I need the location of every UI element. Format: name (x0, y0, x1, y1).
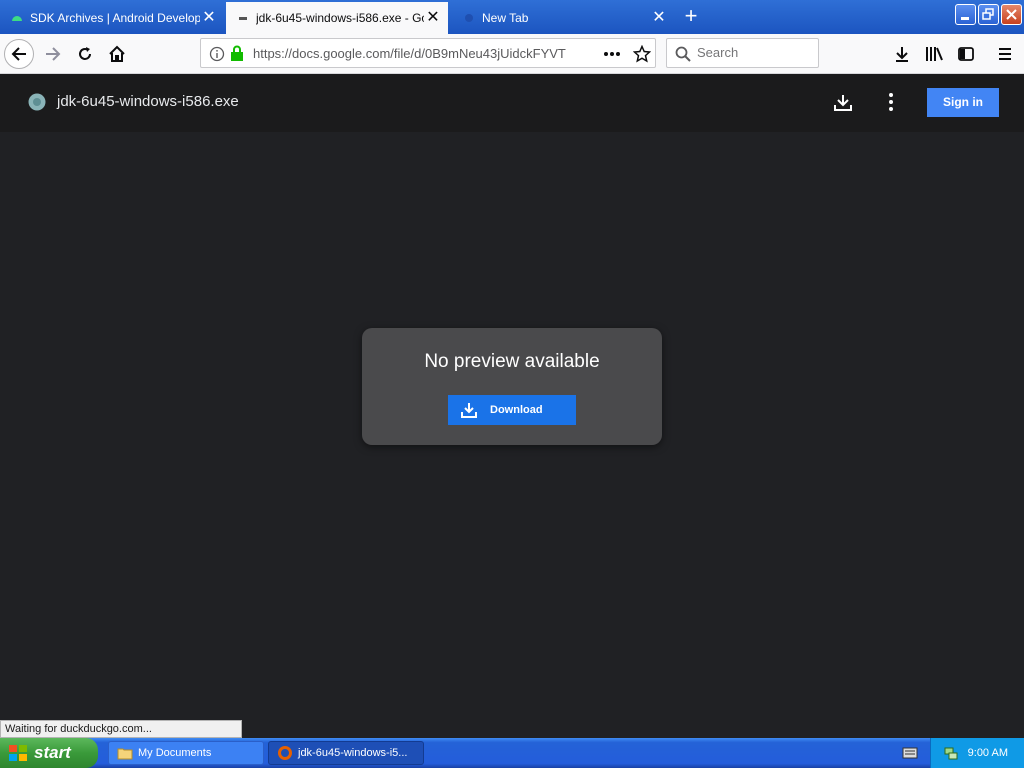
taskbar-item-label: My Documents (138, 747, 212, 759)
taskbar: start My Documents jdk-6u45-windows-i5..… (0, 738, 1024, 768)
more-actions-icon[interactable] (603, 46, 621, 62)
drive-icon (239, 17, 247, 20)
clock: 9:00 AM (967, 747, 1008, 759)
close-icon (1006, 9, 1017, 20)
taskbar-item-my-documents[interactable]: My Documents (108, 741, 264, 765)
library-button[interactable] (919, 39, 949, 69)
arrow-right-icon (46, 47, 61, 61)
firefox-icon (278, 746, 292, 760)
tab-title: New Tab (482, 11, 529, 25)
network-icon[interactable] (943, 745, 959, 761)
taskbar-item-label: jdk-6u45-windows-i5... (298, 747, 408, 759)
download-button[interactable]: Download (448, 395, 576, 425)
lock-icon[interactable] (230, 45, 244, 62)
close-icon[interactable]: ✕ (650, 10, 668, 26)
browser-toolbar: https://docs.google.com/file/d/0B9mNeu43… (0, 34, 1024, 74)
bookmark-star-icon[interactable] (633, 45, 651, 63)
download-icon (461, 403, 477, 418)
download-icon (834, 95, 852, 111)
search-bar[interactable] (666, 38, 819, 68)
reload-icon (79, 47, 91, 60)
system-tray: 9:00 AM (930, 738, 1024, 768)
more-vertical-icon (889, 93, 893, 111)
no-preview-message: No preview available (424, 351, 600, 372)
new-tab-button[interactable]: + (680, 5, 702, 28)
file-title: jdk-6u45-windows-i586.exe (57, 93, 239, 110)
download-label: Download (490, 404, 543, 416)
window-close-button[interactable] (1001, 4, 1022, 25)
tab-new-tab[interactable]: New Tab ✕ (452, 2, 674, 34)
menu-button[interactable] (990, 39, 1020, 69)
home-icon (109, 45, 125, 62)
windows-logo-icon (9, 745, 27, 761)
info-icon[interactable] (209, 46, 225, 62)
folder-icon (117, 748, 133, 760)
url-bar[interactable]: https://docs.google.com/file/d/0B9mNeu43… (200, 38, 656, 68)
search-input[interactable] (697, 45, 815, 60)
minimize-button[interactable] (955, 4, 976, 25)
tab-title: jdk-6u45-windows-i586.exe - Google Drive (256, 11, 424, 25)
downloads-button[interactable] (887, 39, 917, 69)
file-type-icon (28, 93, 46, 111)
keyboard-icon[interactable] (902, 746, 918, 765)
close-icon[interactable]: ✕ (200, 10, 218, 26)
start-button[interactable]: start (0, 738, 98, 768)
status-bar: Waiting for duckduckgo.com... (0, 720, 242, 738)
url-text[interactable]: https://docs.google.com/file/d/0B9mNeu43… (253, 46, 571, 61)
start-label: start (34, 743, 71, 762)
more-options-button[interactable] (879, 90, 903, 114)
tab-title: SDK Archives | Android Developers (30, 11, 200, 25)
header-download-button[interactable] (831, 90, 855, 114)
android-icon (12, 16, 22, 21)
search-icon (675, 46, 691, 62)
back-button[interactable] (4, 39, 34, 69)
hamburger-menu-icon (999, 48, 1011, 60)
sidebar-button[interactable] (951, 39, 981, 69)
restore-button[interactable] (978, 4, 999, 25)
arrow-left-icon (11, 47, 26, 61)
reload-button[interactable] (70, 39, 100, 69)
tab-sdk-archives[interactable]: SDK Archives | Android Developers ✕ (0, 2, 224, 34)
drive-viewer: jdk-6u45-windows-i586.exe Sign in No pre… (0, 74, 1024, 737)
library-icon (926, 47, 943, 61)
sign-in-button[interactable]: Sign in (927, 88, 999, 117)
tab-drive-file[interactable]: jdk-6u45-windows-i586.exe - Google Drive… (226, 2, 448, 34)
restore-icon (982, 8, 994, 20)
forward-button[interactable] (38, 39, 68, 69)
home-button[interactable] (102, 39, 132, 69)
sidebar-icon (958, 47, 974, 61)
taskbar-item-firefox[interactable]: jdk-6u45-windows-i5... (268, 741, 424, 765)
drive-header: jdk-6u45-windows-i586.exe Sign in (0, 74, 1024, 132)
close-icon[interactable]: ✕ (424, 10, 442, 26)
firefox-icon (465, 14, 473, 22)
download-icon (896, 47, 908, 62)
no-preview-card: No preview available Download (362, 328, 662, 445)
minimize-icon (961, 17, 969, 20)
browser-tab-strip: SDK Archives | Android Developers ✕ jdk-… (0, 0, 1024, 34)
